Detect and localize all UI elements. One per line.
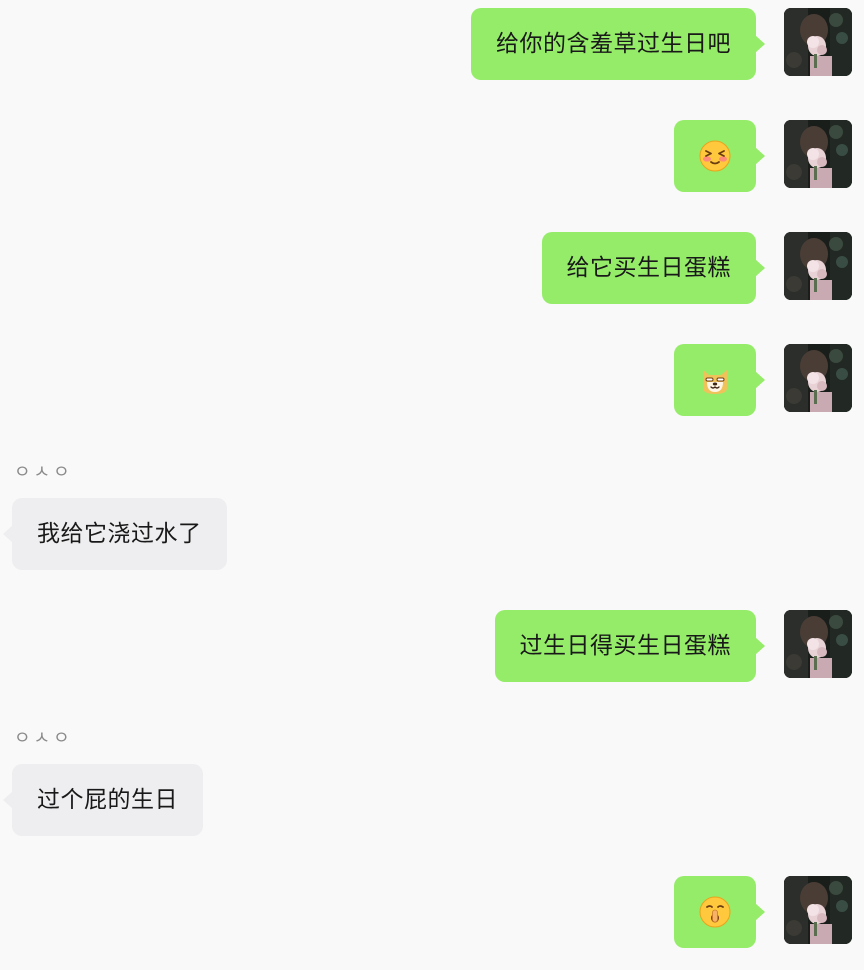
my-avatar[interactable] (784, 876, 852, 944)
message-bubble-sent[interactable] (674, 876, 765, 948)
message-bubble-sent[interactable]: 过生日得买生日蛋糕 (494, 610, 765, 682)
sender-name: ㅇㅅㅇ (14, 462, 73, 483)
shy-face-emoji (699, 140, 731, 172)
my-avatar[interactable] (784, 120, 852, 188)
message-bubble-received[interactable]: 过个屁的生日 (3, 764, 203, 836)
message-bubble-sent[interactable]: 给它买生日蛋糕 (541, 232, 765, 304)
message-bubble-sent[interactable] (674, 344, 765, 416)
message-bubble-sent[interactable] (674, 120, 765, 192)
doge-emoji (699, 364, 731, 396)
my-avatar[interactable] (784, 610, 852, 678)
my-avatar[interactable] (784, 232, 852, 300)
hush-finger-emoji (699, 896, 731, 928)
message-bubble-sent[interactable]: 给你的含羞草过生日吧 (471, 8, 765, 80)
sender-name: ㅇㅅㅇ (14, 728, 73, 749)
chat-history: 给你的含羞草过生日吧 给它买生日蛋糕 ㅇㅅㅇ 我给它浇过水了 过生日得买生日蛋糕… (0, 0, 864, 970)
my-avatar[interactable] (784, 8, 852, 76)
my-avatar[interactable] (784, 344, 852, 412)
message-bubble-received[interactable]: 我给它浇过水了 (3, 498, 227, 570)
